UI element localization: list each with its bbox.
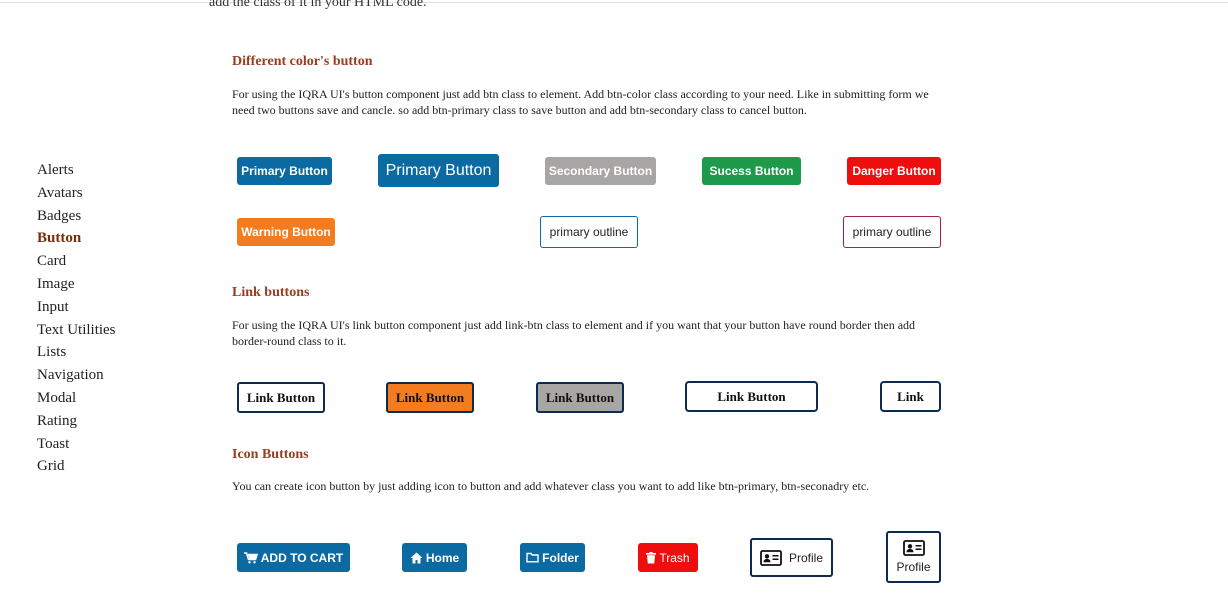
cart-icon	[243, 551, 258, 564]
profile-button[interactable]: Profile	[750, 538, 833, 577]
trash-label: Trash	[659, 550, 690, 565]
link-button-wide[interactable]: Link Button	[685, 381, 818, 412]
warning-button[interactable]: Warning Button	[237, 218, 335, 246]
sidebar-item-modal[interactable]: Modal	[37, 387, 177, 410]
sidebar-item-button[interactable]: Button	[37, 227, 177, 250]
profile-stacked-label: Profile	[896, 560, 931, 574]
link-button-gray[interactable]: Link Button	[536, 382, 624, 413]
sidebar-item-badges[interactable]: Badges	[37, 205, 177, 228]
sidebar-item-alerts[interactable]: Alerts	[37, 159, 177, 182]
profile-button-stacked[interactable]: Profile	[886, 531, 941, 583]
trash-button[interactable]: Trash	[638, 543, 698, 572]
secondary-button[interactable]: Secondary Button	[545, 157, 656, 185]
sidebar-item-avatars[interactable]: Avatars	[37, 182, 177, 205]
sidebar-item-input[interactable]: Input	[37, 296, 177, 319]
home-icon	[410, 552, 423, 564]
sidebar-item-card[interactable]: Card	[37, 250, 177, 273]
section-title-links: Link buttons	[232, 285, 310, 300]
danger-button[interactable]: Danger Button	[847, 157, 941, 185]
section-desc-icons: You can create icon button by just addin…	[232, 479, 870, 493]
link-button-default[interactable]: Link Button	[237, 382, 325, 413]
add-to-cart-button[interactable]: ADD TO CART	[237, 543, 350, 572]
folder-icon	[526, 552, 539, 563]
add-to-cart-label: ADD TO CART	[260, 550, 344, 565]
sidebar-item-lists[interactable]: Lists	[37, 341, 177, 364]
primary-button[interactable]: Primary Button	[237, 157, 332, 185]
sidebar-item-text-utilities[interactable]: Text Utilities	[37, 319, 177, 342]
trash-icon	[646, 551, 657, 564]
section-title-icons: Icon Buttons	[232, 447, 309, 462]
section-desc-links: For using the IQRA UI's link button comp…	[232, 318, 916, 348]
section-desc-colors: For using the IQRA UI's button component…	[232, 87, 929, 117]
top-divider	[0, 2, 1228, 3]
id-card-icon	[760, 549, 782, 566]
sidebar-nav: Alerts Avatars Badges Button Card Image …	[37, 159, 177, 478]
danger-outline-button[interactable]: primary outline	[843, 216, 941, 248]
sidebar-item-toast[interactable]: Toast	[37, 433, 177, 456]
primary-button-large[interactable]: Primary Button	[378, 154, 499, 187]
folder-label: Folder	[542, 550, 579, 565]
home-button[interactable]: Home	[402, 543, 467, 572]
sidebar-item-image[interactable]: Image	[37, 273, 177, 296]
folder-button[interactable]: Folder	[520, 543, 585, 572]
link-button-short[interactable]: Link	[880, 381, 941, 412]
intro-text-partial: add the class of it in your HTML code.	[209, 0, 427, 10]
sidebar-item-navigation[interactable]: Navigation	[37, 364, 177, 387]
home-label: Home	[425, 550, 460, 565]
sidebar-item-grid[interactable]: Grid	[37, 455, 177, 478]
sidebar-item-rating[interactable]: Rating	[37, 410, 177, 433]
link-button-orange[interactable]: Link Button	[386, 382, 474, 413]
section-title-colors: Different color's button	[232, 54, 373, 69]
primary-outline-button[interactable]: primary outline	[540, 216, 638, 248]
profile-label: Profile	[788, 550, 823, 565]
id-card-icon	[902, 540, 925, 559]
success-button[interactable]: Sucess Button	[702, 157, 801, 185]
